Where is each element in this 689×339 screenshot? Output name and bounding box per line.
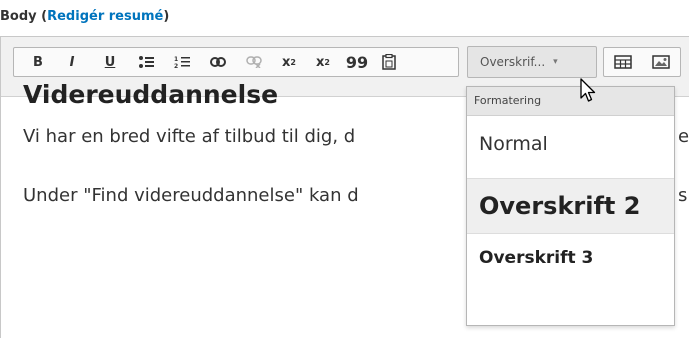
format-dropdown[interactable]: Overskrif... ▾ xyxy=(467,46,597,78)
paste-from-word-icon[interactable] xyxy=(374,48,404,76)
edit-summary-link[interactable]: Redigér resumé xyxy=(47,9,163,24)
superscript-button[interactable]: x2 xyxy=(272,48,306,76)
chevron-down-icon: ▾ xyxy=(553,57,558,67)
svg-text:2: 2 xyxy=(174,63,178,69)
bold-button[interactable]: B xyxy=(24,48,52,76)
svg-text:1: 1 xyxy=(174,56,178,63)
paragraph-1-text: Vi har en bred vifte af tilbud til dig, … xyxy=(23,126,356,147)
format-dropdown-value: Overskrif... xyxy=(480,55,546,69)
format-option-heading-3[interactable]: Overskrift 3 xyxy=(467,248,674,268)
numbered-list-icon[interactable]: 12 xyxy=(164,48,200,76)
paragraph-2-text: Under "Find videreuddannelse" kan d xyxy=(23,185,359,206)
content-paragraph-1: Vi har en bred vifte af tilbud til dig, … xyxy=(23,126,689,147)
field-label-text: Body xyxy=(0,9,37,24)
format-option-normal[interactable]: Normal xyxy=(467,133,674,155)
toolbar-insert-group xyxy=(603,47,681,77)
paragraph-2-tail: s xyxy=(678,185,688,206)
toolbar-button-group: B I U 12 x2 x2 99 xyxy=(13,47,459,77)
field-label: Body (Redigér resumé) xyxy=(0,9,169,24)
content-heading: Videreuddannelse xyxy=(23,80,279,109)
mouse-cursor-icon xyxy=(580,78,596,102)
image-icon[interactable] xyxy=(642,48,680,76)
table-icon[interactable] xyxy=(604,48,642,76)
blockquote-icon[interactable]: 99 xyxy=(340,48,374,76)
paragraph-1-tail: e xyxy=(678,126,689,147)
format-menu-header: Formatering xyxy=(467,87,674,116)
format-dropdown-menu: Formatering Normal Overskrift 2 Overskri… xyxy=(466,86,675,326)
bulleted-list-icon[interactable] xyxy=(128,48,164,76)
unlink-icon[interactable] xyxy=(236,48,272,76)
content-paragraph-2: Under "Find videreuddannelse" kan d s xyxy=(23,185,687,206)
subscript-button[interactable]: x2 xyxy=(306,48,340,76)
link-icon[interactable] xyxy=(200,48,236,76)
underline-button[interactable]: U xyxy=(92,48,128,76)
paren-close: ) xyxy=(163,9,170,24)
format-option-heading-2[interactable]: Overskrift 2 xyxy=(467,178,674,234)
italic-button[interactable]: I xyxy=(52,48,92,76)
